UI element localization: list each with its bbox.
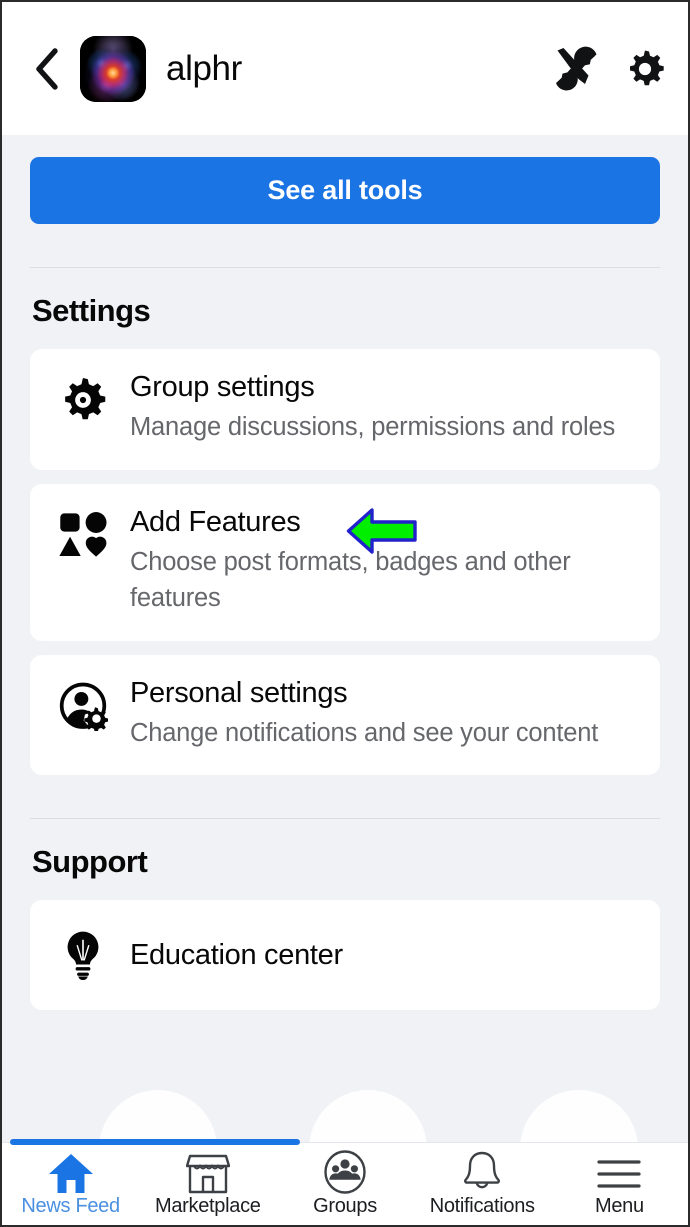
card-title: Education center <box>130 938 343 971</box>
nav-icon-wrap <box>48 1152 94 1194</box>
gear-icon <box>630 50 664 85</box>
settings-item-add-features[interactable]: Add Features Choose post formats, badges… <box>30 483 660 641</box>
card-title: Personal settings <box>130 676 348 709</box>
ghost-shape <box>309 1090 427 1142</box>
section-title-settings: Settings <box>32 293 151 328</box>
nav-label: Notifications <box>429 1195 535 1217</box>
nav-label: News Feed <box>21 1195 120 1217</box>
card-icon-wrap <box>54 930 112 981</box>
card-icon-wrap <box>54 371 112 446</box>
card-icon-wrap <box>54 506 112 617</box>
nav-item-notifications[interactable]: Notifications <box>414 1143 551 1225</box>
shapes-features-icon <box>59 511 107 557</box>
card-subtitle: Change notifications and see your conten… <box>130 719 599 748</box>
nav-label: Menu <box>594 1195 644 1217</box>
card-body: Group settings Manage discussions, permi… <box>112 371 636 446</box>
nav-icon-wrap <box>596 1152 642 1194</box>
nav-item-news-feed[interactable]: News Feed <box>2 1143 139 1225</box>
support-item-education-center[interactable]: Education center <box>30 900 660 1011</box>
nav-icon-wrap <box>462 1151 502 1194</box>
bell-icon <box>464 1151 501 1189</box>
card-body: Education center <box>112 939 636 971</box>
storefront-icon <box>185 1154 230 1194</box>
avatar-image <box>80 35 146 102</box>
card-title: Add Features <box>130 505 301 538</box>
back-button[interactable] <box>26 47 66 91</box>
section-divider-support <box>30 818 660 820</box>
settings-item-group-settings[interactable]: Group settings Manage discussions, permi… <box>30 349 660 470</box>
see-all-tools-button[interactable]: See all tools <box>30 157 660 224</box>
nav-icon-wrap <box>323 1150 367 1194</box>
app-screen: alphr See all tools Settings Group setti… <box>0 0 690 1227</box>
nav-icon-wrap <box>185 1152 230 1194</box>
card-subtitle: Choose post formats, badges and other fe… <box>130 548 571 613</box>
page-title: alphr <box>166 48 242 88</box>
ghost-shape <box>99 1090 217 1142</box>
main-content: See all tools Settings Group settings Ma… <box>2 135 688 1142</box>
person-gear-icon <box>59 682 108 731</box>
section-divider-top <box>30 267 660 268</box>
settings-button[interactable] <box>624 48 666 90</box>
avatar[interactable] <box>80 35 146 102</box>
lightbulb-icon <box>67 931 99 981</box>
chevron-left-icon <box>36 47 58 90</box>
nav-label: Groups <box>313 1195 377 1217</box>
nav-item-marketplace[interactable]: Marketplace <box>139 1143 276 1225</box>
settings-item-personal-settings[interactable]: Personal settings Change notifications a… <box>30 654 660 776</box>
card-body: Add Features Choose post formats, badges… <box>112 506 636 617</box>
hamburger-menu-icon <box>597 1160 642 1188</box>
nav-item-groups[interactable]: Groups <box>276 1143 413 1225</box>
bottom-navigation: News Feed Marketplace Groups Notificatio… <box>2 1139 688 1225</box>
home-icon <box>48 1154 93 1193</box>
header-actions <box>550 44 666 94</box>
card-icon-wrap <box>54 677 112 752</box>
nav-item-menu[interactable]: Menu <box>551 1143 688 1225</box>
card-title: Group settings <box>130 371 315 403</box>
card-subtitle: Manage discussions, permissions and role… <box>130 413 616 442</box>
nav-label: Marketplace <box>154 1195 261 1217</box>
groups-people-icon <box>324 1150 366 1194</box>
card-body: Personal settings Change notifications a… <box>112 677 636 752</box>
tools-wrench-screwdriver-icon <box>556 46 597 90</box>
section-title-support: Support <box>32 844 148 880</box>
gear-icon <box>65 377 106 420</box>
tools-button[interactable] <box>550 44 602 94</box>
ghost-shape <box>520 1090 638 1142</box>
app-header: alphr <box>2 2 688 135</box>
